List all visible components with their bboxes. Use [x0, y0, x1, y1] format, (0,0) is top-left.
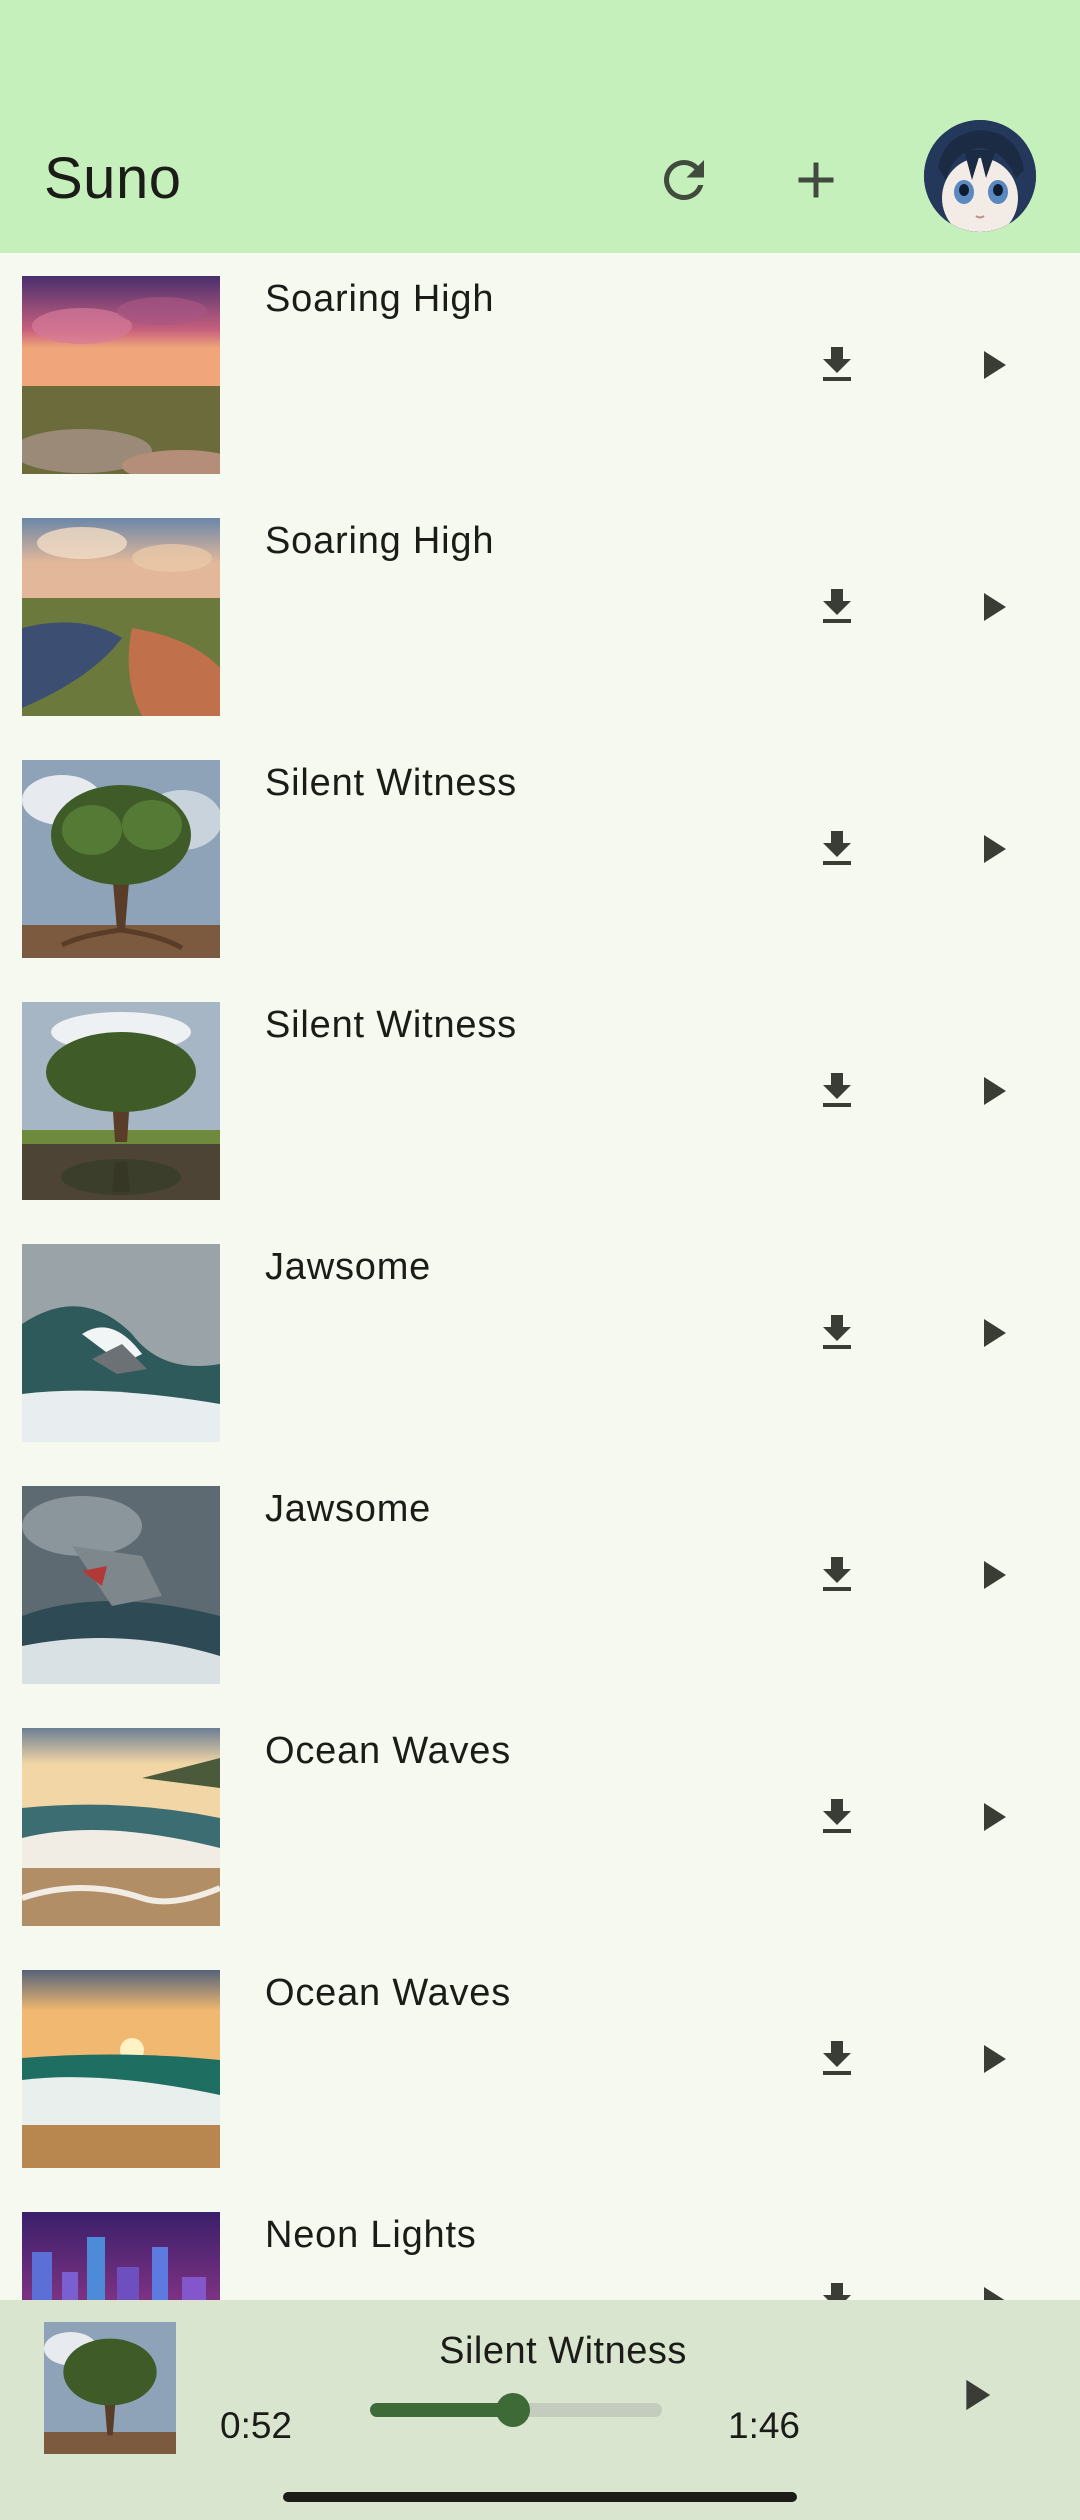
- download-button[interactable]: [805, 575, 869, 639]
- cover-art: [22, 1486, 220, 1684]
- top-app-bar: Suno: [0, 0, 1080, 253]
- download-icon: [823, 1799, 851, 1833]
- play-button[interactable]: [960, 1785, 1024, 1849]
- download-button[interactable]: [805, 333, 869, 397]
- seek-bar-progress: [370, 2403, 514, 2417]
- download-button[interactable]: [805, 1543, 869, 1607]
- download-icon: [823, 347, 851, 381]
- player-play-button[interactable]: [940, 2360, 1010, 2430]
- play-icon: [984, 351, 1006, 379]
- add-icon: [798, 162, 834, 198]
- cover-art: [22, 2212, 220, 2300]
- download-button[interactable]: [805, 1785, 869, 1849]
- song-row[interactable]: Jawsome: [0, 1221, 1080, 1463]
- cover-art: [22, 1728, 220, 1926]
- song-title: Soaring High: [265, 278, 495, 320]
- play-button[interactable]: [960, 2269, 1024, 2300]
- song-title: Ocean Waves: [265, 1972, 512, 2014]
- song-title: Ocean Waves: [265, 1730, 512, 1772]
- download-icon: [823, 831, 851, 865]
- current-time: 0:52: [220, 2405, 293, 2446]
- play-button[interactable]: [960, 2027, 1024, 2091]
- play-button[interactable]: [960, 333, 1024, 397]
- download-icon: [823, 589, 851, 623]
- download-icon: [823, 1073, 851, 1107]
- download-icon: [823, 1315, 851, 1349]
- mini-player[interactable]: Silent Witness 0:52 1:46: [0, 2300, 1080, 2520]
- song-row[interactable]: Soaring High: [0, 495, 1080, 737]
- cover-art: [22, 1244, 220, 1442]
- download-button[interactable]: [805, 1059, 869, 1123]
- song-row[interactable]: Ocean Waves: [0, 1705, 1080, 1947]
- song-title: Neon Lights: [265, 2214, 477, 2256]
- cover-art: [22, 518, 220, 716]
- total-time: 1:46: [728, 2405, 801, 2446]
- song-row[interactable]: Neon Lights: [0, 2189, 1080, 2300]
- play-button[interactable]: [960, 817, 1024, 881]
- seek-bar[interactable]: [370, 2393, 662, 2427]
- refresh-button[interactable]: [644, 140, 724, 220]
- play-icon: [984, 1319, 1006, 1347]
- cover-art: [22, 760, 220, 958]
- song-title: Soaring High: [265, 520, 495, 562]
- play-icon: [984, 1803, 1006, 1831]
- download-icon: [823, 2041, 851, 2075]
- refresh-icon: [663, 159, 704, 200]
- play-button[interactable]: [960, 1059, 1024, 1123]
- now-playing-title: Silent Witness: [439, 2330, 687, 2372]
- song-title: Jawsome: [265, 1246, 432, 1288]
- song-title: Silent Witness: [265, 1004, 517, 1046]
- download-icon: [823, 2283, 851, 2300]
- play-icon: [984, 2045, 1006, 2073]
- play-icon: [984, 2287, 1005, 2300]
- song-row[interactable]: Ocean Waves: [0, 1947, 1080, 2189]
- download-button[interactable]: [805, 817, 869, 881]
- download-button[interactable]: [805, 2027, 869, 2091]
- song-row[interactable]: Silent Witness: [0, 737, 1080, 979]
- download-icon: [823, 1557, 851, 1591]
- play-icon: [966, 2379, 991, 2411]
- song-title: Jawsome: [265, 1488, 432, 1530]
- song-row[interactable]: Silent Witness: [0, 979, 1080, 1221]
- download-button[interactable]: [805, 2269, 869, 2300]
- cover-art: [22, 276, 220, 474]
- home-indicator[interactable]: [283, 2492, 797, 2502]
- play-icon: [984, 1561, 1006, 1589]
- song-row[interactable]: Jawsome: [0, 1463, 1080, 1705]
- cover-art: [22, 1970, 220, 2168]
- download-button[interactable]: [805, 1301, 869, 1365]
- play-button[interactable]: [960, 1301, 1024, 1365]
- play-button[interactable]: [960, 1543, 1024, 1607]
- cover-art: [22, 1002, 220, 1200]
- add-button[interactable]: [776, 140, 856, 220]
- play-icon: [984, 593, 1006, 621]
- avatar-image: [924, 120, 1036, 232]
- play-button[interactable]: [960, 575, 1024, 639]
- app-title: Suno: [44, 146, 182, 211]
- seek-bar-thumb[interactable]: [496, 2393, 531, 2427]
- song-row[interactable]: Soaring High: [0, 253, 1080, 495]
- song-title: Silent Witness: [265, 762, 517, 804]
- song-list[interactable]: Soaring High Soaring High Silent Witness…: [0, 253, 1080, 2300]
- play-icon: [984, 1077, 1006, 1105]
- user-avatar[interactable]: [924, 120, 1036, 232]
- play-icon: [984, 835, 1006, 863]
